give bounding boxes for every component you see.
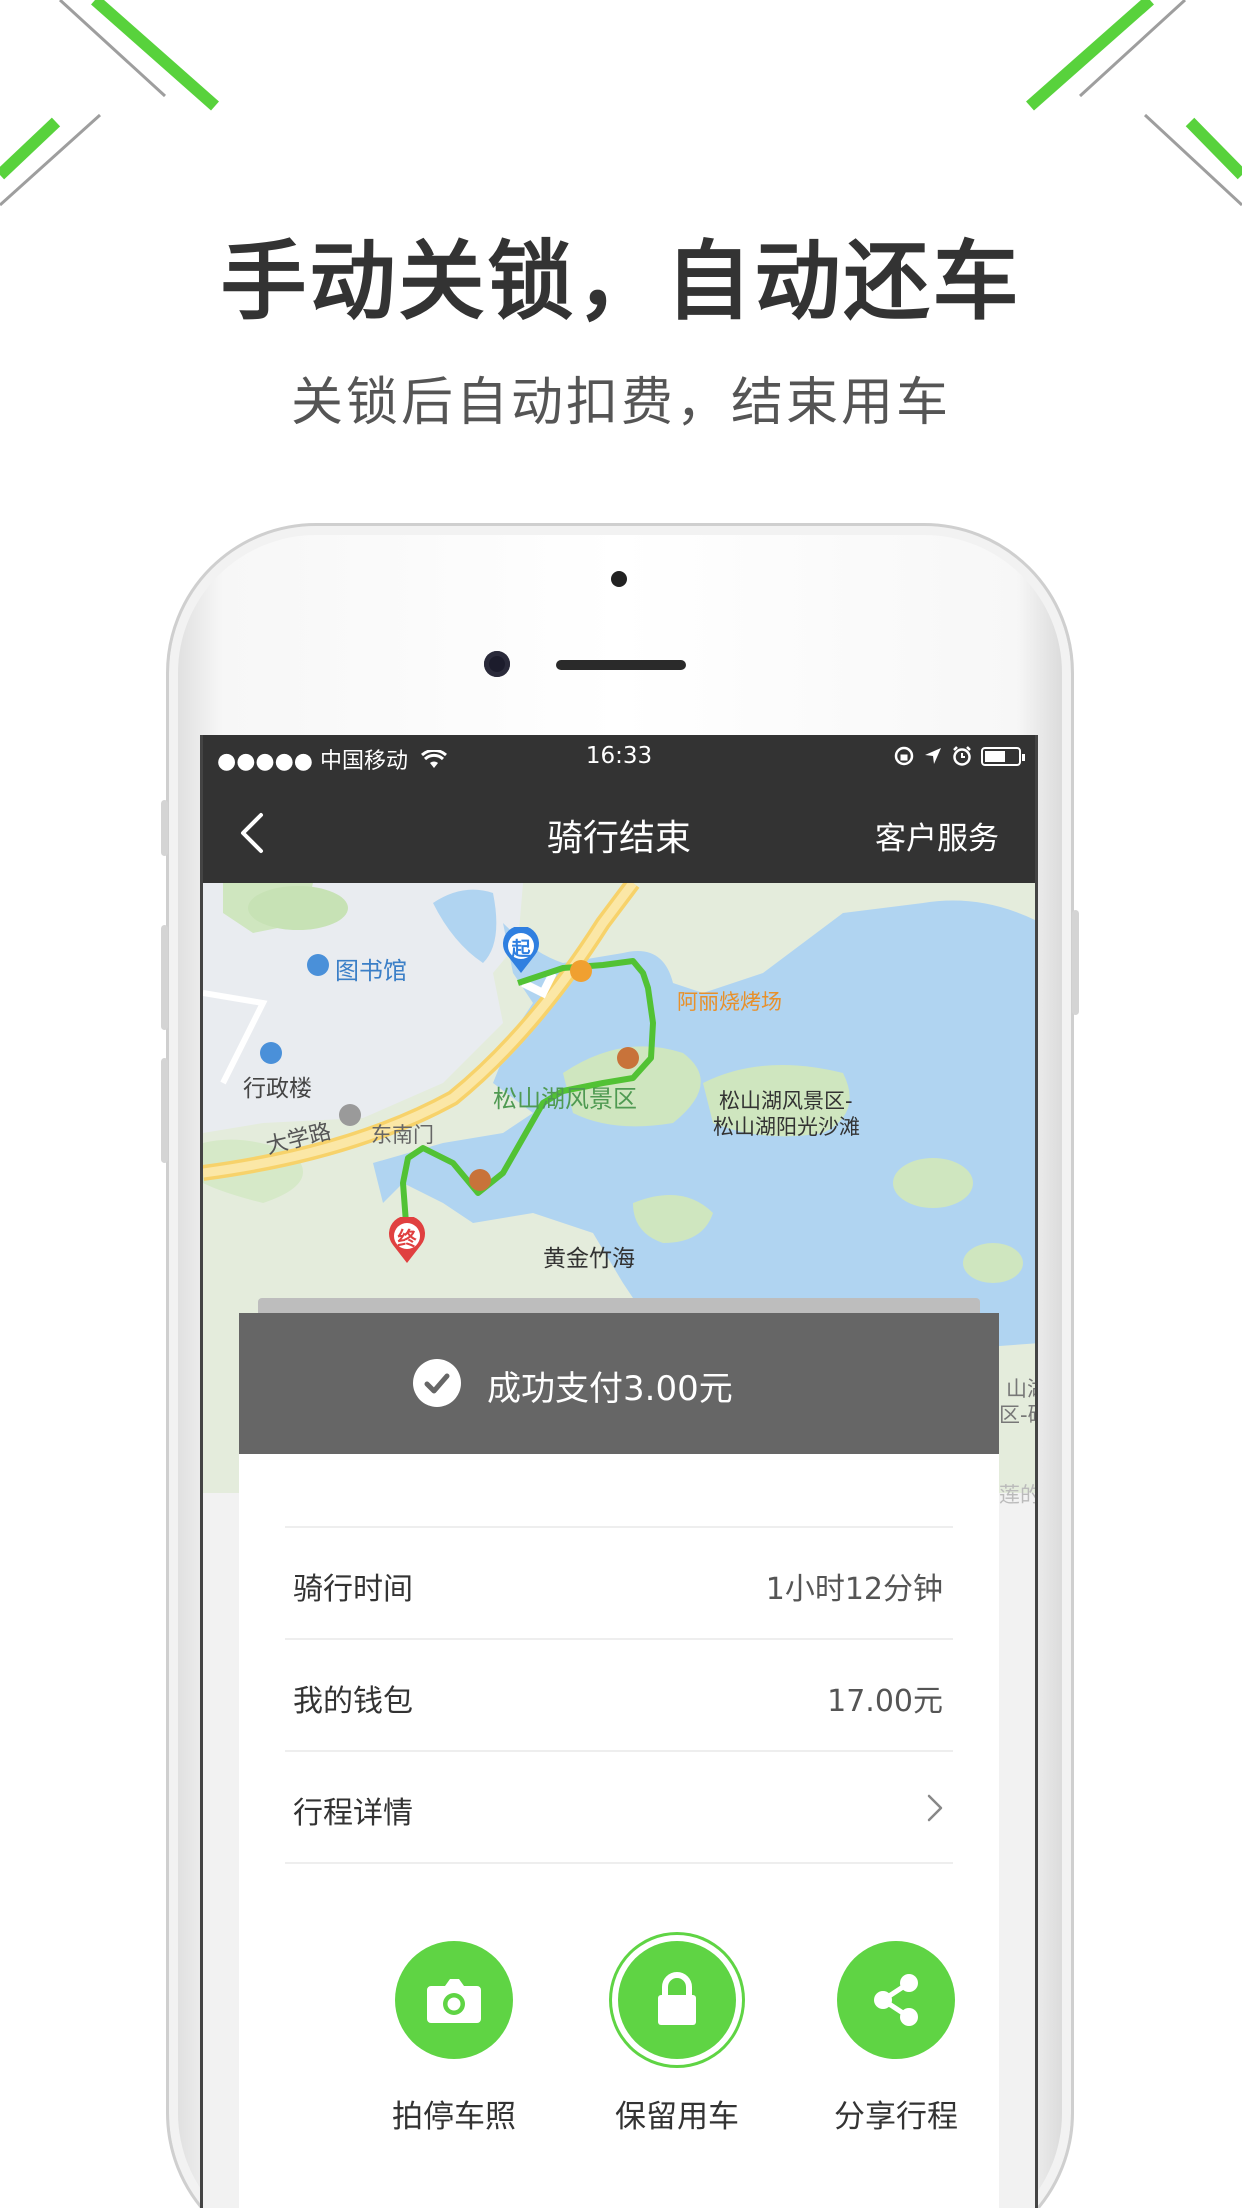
- trip-details-label: 行程详情: [293, 1796, 413, 1831]
- wallet-label: 我的钱包: [293, 1684, 413, 1719]
- share-icon: [874, 1974, 918, 2026]
- camera-icon: [427, 1979, 481, 2023]
- map-label-beach-2: 松山湖阳光沙滩: [713, 1115, 860, 1139]
- battery-icon: [981, 746, 1025, 766]
- share-button[interactable]: [837, 1941, 955, 2059]
- map-label-library: 图书馆: [335, 957, 407, 985]
- lock-icon: [658, 1972, 696, 2025]
- map-label-scenic: 松山湖风景区: [493, 1085, 637, 1113]
- map-label-bamboo: 黄金竹海: [543, 1246, 635, 1272]
- start-marker-label: 起: [511, 938, 531, 960]
- location-icon: [925, 748, 941, 764]
- payment-message: 成功支付3.00元: [487, 1369, 733, 1409]
- parking-photo-label: 拍停车照: [392, 2099, 516, 2135]
- proximity-sensor: [611, 571, 627, 587]
- wallet-row[interactable]: 我的钱包 17.00元: [285, 1640, 953, 1752]
- nav-bar: 骑行结束 客户服务: [203, 781, 1035, 883]
- front-camera: [484, 651, 510, 677]
- map-label-edge-3: 莲的: [999, 1483, 1038, 1507]
- map-label-admin: 行政楼: [243, 1076, 312, 1102]
- share-trip-action[interactable]: 分享行程: [796, 1941, 996, 2136]
- status-icons: [893, 741, 1025, 771]
- ride-time-row: 骑行时间 1小时12分钟: [285, 1528, 953, 1640]
- camera-button[interactable]: [395, 1941, 513, 2059]
- parking-photo-action[interactable]: 拍停车照: [354, 1941, 554, 2136]
- checkmark-icon: [413, 1359, 461, 1407]
- share-trip-label: 分享行程: [834, 2099, 958, 2135]
- customer-service-button[interactable]: 客户服务: [875, 813, 999, 858]
- wallet-value: 17.00元: [827, 1684, 943, 1719]
- map-label-bbq: 阿丽烧烤场: [677, 990, 782, 1014]
- route-start-marker: 起: [501, 927, 541, 975]
- map-label-edge-2: 区-碌: [999, 1403, 1035, 1427]
- ride-time-label: 骑行时间: [293, 1572, 413, 1607]
- keep-bike-label: 保留用车: [615, 2099, 739, 2135]
- ride-details-list: 骑行时间 1小时12分钟 我的钱包 17.00元 行程详情: [285, 1526, 953, 1864]
- rotation-lock-icon: [894, 746, 914, 766]
- promo-subtitle: 关锁后自动扣费，结束用车: [290, 373, 951, 433]
- route-end-marker: 终: [387, 1217, 427, 1265]
- map-label-east-gate: 东南门: [371, 1123, 434, 1147]
- chevron-right-icon: [927, 1794, 943, 1822]
- side-button-volume-down: [161, 1058, 168, 1163]
- decorative-stripes: [0, 0, 1242, 207]
- status-bar: ●●●●● 中国移动 16:33: [203, 735, 1035, 781]
- side-button-mute: [161, 800, 168, 856]
- end-marker-label: 终: [397, 1228, 417, 1250]
- lock-button[interactable]: [618, 1941, 736, 2059]
- ride-time-value: 1小时12分钟: [765, 1572, 943, 1607]
- keep-bike-action[interactable]: 保留用车: [577, 1941, 777, 2136]
- payment-banner: 成功支付3.00元: [239, 1313, 999, 1454]
- phone-screen: ●●●●● 中国移动 16:33 骑行结束 客户服务 起 终 图书馆 行政楼 大…: [200, 735, 1038, 2208]
- earpiece-speaker: [556, 660, 686, 670]
- ride-result-card: 成功支付3.00元 骑行时间 1小时12分钟 我的钱包 17.00元 行程详情: [239, 1313, 999, 2208]
- side-button-volume-up: [161, 925, 168, 1030]
- alarm-icon: [953, 746, 971, 766]
- promo-title: 手动关锁，自动还车: [220, 232, 1022, 332]
- trip-details-row[interactable]: 行程详情: [285, 1752, 953, 1864]
- side-button-power: [1072, 910, 1079, 1015]
